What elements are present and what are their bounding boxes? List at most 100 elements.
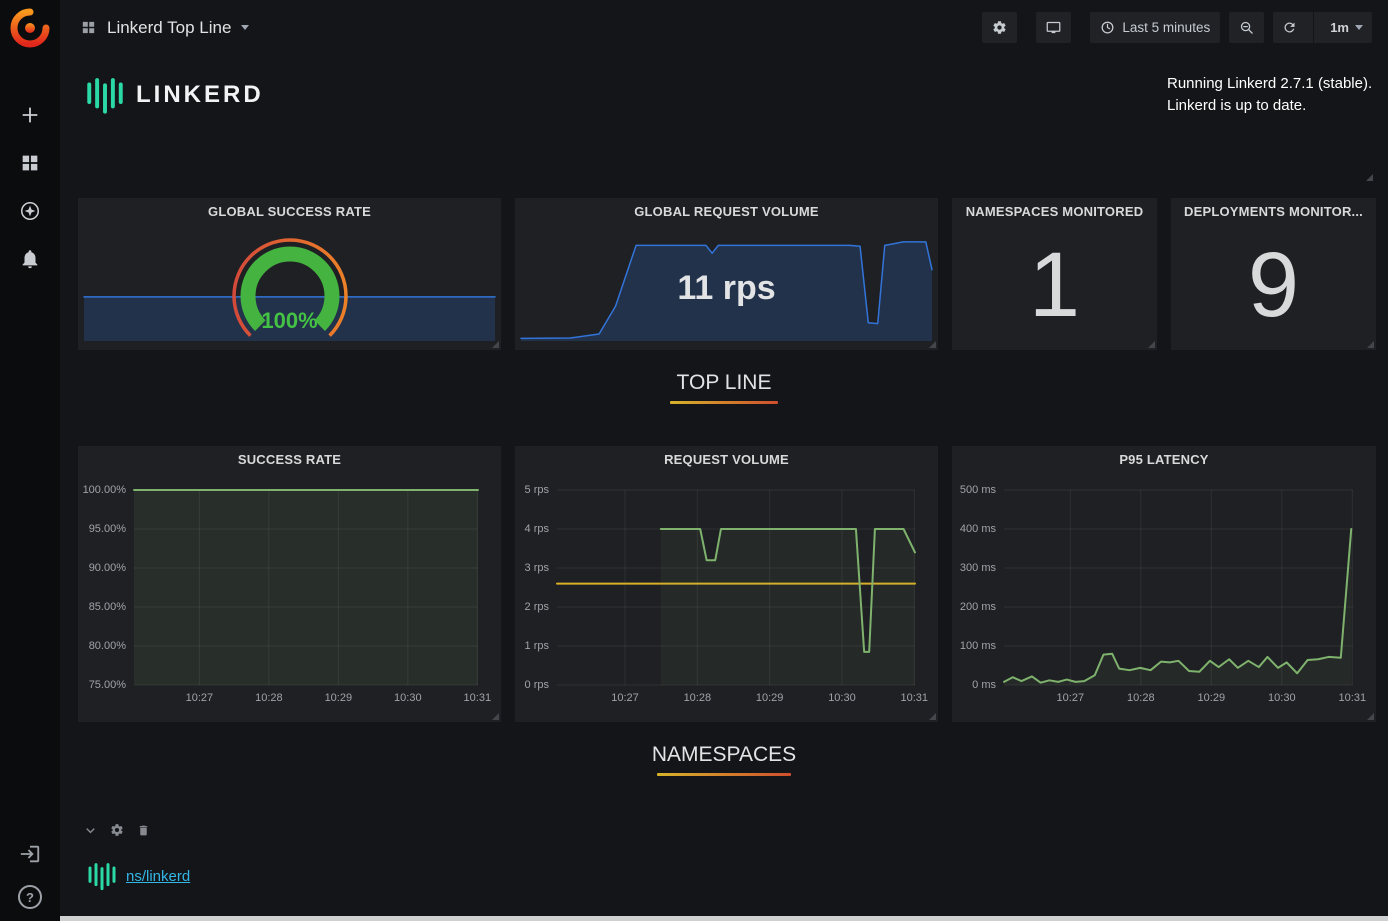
success-rate-gauge [205,232,375,352]
panel-p95-latency: P95 LATENCY 500 ms400 ms300 ms200 ms100 … [952,446,1376,722]
panel-title[interactable]: SUCCESS RATE [78,446,501,474]
namespace-link[interactable]: ns/linkerd [126,868,190,885]
sign-in-icon[interactable] [19,843,41,865]
refresh-controls: 1m [1273,12,1372,43]
gear-icon [992,20,1007,35]
y-tick-label: 500 ms [960,484,996,496]
y-axis-labels: 500 ms400 ms300 ms200 ms100 ms0 ms [944,490,1004,685]
panel-global-request-volume: GLOBAL REQUEST VOLUME 11 rps [515,198,938,350]
grafana-logo[interactable] [10,8,50,48]
y-tick-label: 3 rps [525,562,549,574]
dashboards-icon[interactable] [19,152,41,174]
panel-namespaces-monitored: NAMESPACES MONITORED 1 [952,198,1157,350]
stat-value: 1 [952,224,1157,346]
chart-svg [134,490,478,685]
p95-latency-chart: 500 ms400 ms300 ms200 ms100 ms0 ms 10:27… [1004,490,1353,685]
section-namespaces: NAMESPACES [60,742,1388,776]
stat-value: 9 [1171,224,1376,346]
dashboard-title[interactable]: Linkerd Top Line [107,18,231,38]
request-volume-chart: 5 rps4 rps3 rps2 rps1 rps0 rps 10:2710:2… [557,490,915,685]
x-tick-label: 10:29 [756,692,784,704]
chevron-down-icon[interactable] [84,824,97,837]
version-status: Running Linkerd 2.7.1 (stable). Linkerd … [1167,73,1372,117]
x-tick-label: 10:30 [828,692,856,704]
panel-request-volume: REQUEST VOLUME 5 rps4 rps3 rps2 rps1 rps… [515,446,938,722]
x-tick-label: 10:27 [611,692,639,704]
y-tick-label: 4 rps [525,523,549,535]
section-top-line: TOP LINE [60,370,1388,404]
caret-down-icon [241,25,249,30]
namespaces-panel-controls [84,823,150,837]
panel-resize-handle[interactable] [1366,174,1373,181]
panel-resize-handle[interactable] [1148,341,1155,348]
series-fill [661,529,915,685]
gear-icon[interactable] [110,823,124,837]
panel-resize-handle[interactable] [929,713,936,720]
refresh-interval-label: 1m [1330,20,1349,35]
y-tick-label: 300 ms [960,562,996,574]
y-tick-label: 1 rps [525,640,549,652]
x-tick-label: 10:31 [464,692,492,704]
version-status-line1: Running Linkerd 2.7.1 (stable). [1167,73,1372,95]
panel-title[interactable]: REQUEST VOLUME [515,446,938,474]
y-tick-label: 400 ms [960,523,996,535]
caret-down-icon [1355,25,1363,30]
plot-area [557,490,915,685]
series-line [1004,529,1351,683]
gauge-value: 100% [78,308,501,334]
section-underline [657,773,791,776]
x-axis-labels: 10:2710:2810:2910:3010:31 [557,685,915,707]
section-title: TOP LINE [60,370,1388,396]
panel-title[interactable]: GLOBAL SUCCESS RATE [78,198,501,226]
x-tick-label: 10:29 [1198,692,1226,704]
panel-resize-handle[interactable] [1367,713,1374,720]
explore-star-icon[interactable] [19,200,41,222]
chart-svg [1004,490,1353,685]
panel-resize-handle[interactable] [1367,341,1374,348]
linkerd-logo [86,860,118,892]
zoom-out-button[interactable] [1229,12,1264,43]
x-tick-label: 10:31 [1339,692,1367,704]
x-axis-labels: 10:2710:2810:2910:3010:31 [1004,685,1353,707]
panel-title[interactable]: NAMESPACES MONITORED [952,198,1157,226]
cycle-view-button[interactable] [1036,12,1071,43]
version-status-line2: Linkerd is up to date. [1167,95,1372,117]
refresh-interval-dropdown[interactable]: 1m [1321,12,1372,43]
x-tick-label: 10:29 [325,692,353,704]
plus-icon[interactable] [19,104,41,126]
trash-icon[interactable] [137,824,150,837]
panel-title[interactable]: DEPLOYMENTS MONITOR... [1171,198,1376,226]
alert-bell-icon[interactable] [19,248,41,270]
help-icon[interactable]: ? [18,885,42,909]
divider [1313,12,1314,43]
clock-icon [1100,20,1115,35]
settings-button[interactable] [982,12,1017,43]
refresh-icon [1282,20,1297,35]
y-tick-label: 0 rps [525,679,549,691]
y-tick-label: 85.00% [89,601,126,613]
x-tick-label: 10:28 [1127,692,1155,704]
chart-svg [557,490,915,685]
panel-resize-handle[interactable] [492,713,499,720]
section-underline [670,401,778,404]
y-tick-label: 100.00% [83,484,126,496]
panel-title[interactable]: P95 LATENCY [952,446,1376,474]
top-nav: Linkerd Top Line Last 5 minutes 1m [60,0,1388,55]
time-range-button[interactable]: Last 5 minutes [1090,12,1220,43]
panel-resize-handle[interactable] [492,341,499,348]
linkerd-wordmark: LINKERD [136,81,264,109]
refresh-button[interactable] [1273,12,1306,43]
monitor-icon [1046,20,1061,35]
linkerd-logo [84,74,126,116]
x-tick-label: 10:30 [394,692,422,704]
dashboard-title-group[interactable]: Linkerd Top Line [80,18,249,38]
magnifier-icon [1239,20,1254,35]
y-tick-label: 2 rps [525,601,549,613]
panel-title[interactable]: GLOBAL REQUEST VOLUME [515,198,938,226]
namespace-link-row: ns/linkerd [86,860,190,892]
section-title: NAMESPACES [60,742,1388,768]
apps-icon [80,19,97,36]
y-tick-label: 100 ms [960,640,996,652]
y-tick-label: 75.00% [89,679,126,691]
success-rate-chart: 100.00%95.00%90.00%85.00%80.00%75.00% 10… [134,490,478,685]
